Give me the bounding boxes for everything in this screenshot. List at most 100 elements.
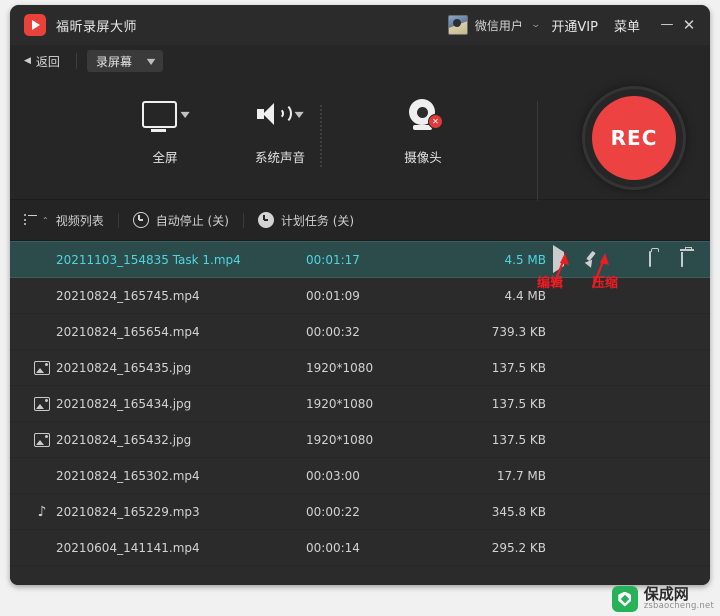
record-button[interactable]: REC [592, 96, 676, 180]
close-button[interactable]: ✕ [678, 5, 700, 45]
image-icon [28, 396, 56, 411]
file-duration: 00:01:17 [306, 252, 360, 267]
webcam-disabled-badge-icon: ✕ [428, 114, 443, 129]
menu-button[interactable]: 菜单 [614, 16, 640, 35]
table-row[interactable]: 20210824_165302.mp4 00:03:00 17.7 MB [10, 458, 710, 494]
minimize-button[interactable]: — [656, 5, 678, 45]
list-icon [24, 214, 37, 226]
tool-webcam[interactable]: ✕ 摄像头 [368, 91, 478, 166]
tool-system-sound-icons: ▼ [225, 91, 335, 137]
file-size: 137.5 KB [491, 432, 546, 447]
file-name: 20210824_165745.mp4 [56, 288, 200, 303]
file-name: 20210824_165432.jpg [56, 432, 192, 447]
capture-toolbar: ▼ 全屏 ▼ 系统声音 ✕ 摄像头 REC [10, 77, 710, 201]
table-row[interactable]: 20210604_141141.mp4 00:00:14 295.2 KB [10, 530, 710, 566]
monitor-icon [141, 100, 177, 132]
record-button-ring: REC [585, 89, 683, 187]
watermark-name-cn: 保成网 [643, 584, 689, 603]
title-bar-right: 微信用户 ⌄ 开通VIP 菜单 — ✕ [447, 5, 710, 45]
file-list[interactable]: 20211103_154835 Task 1.mp4 00:01:17 4.5 … [10, 241, 710, 585]
file-name: 20210824_165302.mp4 [56, 468, 200, 483]
tab-scheduled-task[interactable]: 计划任务 (关) [257, 212, 368, 229]
play-icon[interactable] [553, 245, 568, 273]
tool-webcam-icons: ✕ [368, 91, 478, 137]
chevron-down-icon: ▼ [146, 56, 156, 66]
table-row[interactable]: 20210824_165654.mp4 00:00:32 739.3 KB [10, 314, 710, 350]
clock-icon [132, 212, 149, 228]
tool-fullscreen-icons: ▼ [110, 91, 220, 137]
file-size: 17.7 MB [496, 468, 546, 483]
image-icon [28, 432, 56, 447]
vertical-divider [537, 101, 538, 201]
file-name: 20210824_165654.mp4 [56, 324, 200, 339]
file-dimensions: 1920*1080 [306, 396, 374, 411]
play-logo-icon [24, 14, 46, 36]
webcam-icon: ✕ [408, 99, 443, 130]
back-arrow-icon: ◀ [24, 56, 31, 66]
table-row[interactable]: ♪ 20210824_165229.mp3 00:00:22 345.8 KB [10, 494, 710, 530]
divider [75, 53, 77, 69]
table-row[interactable]: 20210824_165745.mp4 00:01:09 4.4 MB [10, 278, 710, 314]
trash-icon[interactable] [681, 252, 696, 267]
watermark-text: 保成网 zsbaocheng.net [643, 584, 714, 612]
app-title: 福昕录屏大师 [56, 19, 138, 35]
chevron-down-icon[interactable]: ⌄ [530, 20, 541, 30]
tab-video-list-label: 视频列表 [55, 213, 104, 228]
title-bar: 福昕录屏大师 微信用户 ⌄ 开通VIP 菜单 — ✕ [10, 5, 710, 45]
chevron-down-icon[interactable]: ▼ [295, 110, 304, 119]
file-name: 20210824_165229.mp3 [56, 504, 200, 519]
file-duration: 00:00:14 [306, 540, 360, 555]
user-name[interactable]: 微信用户 [475, 17, 523, 34]
row-actions [553, 242, 696, 277]
file-name: 20210604_141141.mp4 [56, 540, 200, 555]
watermark-name-en: zsbaocheng.net [643, 601, 714, 612]
file-size: 4.5 MB [504, 252, 546, 267]
tab-auto-stop[interactable]: 自动停止 (关) [132, 212, 243, 229]
avatar[interactable] [447, 15, 468, 35]
chevron-down-icon[interactable]: ▼ [180, 110, 189, 119]
file-name: 20211103_154835 Task 1.mp4 [56, 252, 241, 267]
back-button[interactable]: ◀ 返回 [22, 51, 66, 72]
dotted-divider [320, 105, 322, 167]
sub-bar: ◀ 返回 录屏幕 ▼ [10, 45, 710, 77]
shield-icon [611, 586, 638, 612]
music-note-icon: ♪ [37, 503, 47, 520]
tool-fullscreen-label: 全屏 [152, 150, 178, 165]
file-size: 137.5 KB [491, 360, 546, 375]
tab-auto-stop-label: 自动停止 (关) [155, 213, 229, 228]
file-duration: 00:00:32 [306, 324, 360, 339]
mode-select[interactable]: 录屏幕 ▼ [86, 50, 164, 72]
folder-icon[interactable] [649, 251, 664, 267]
clock-filled-icon [257, 212, 274, 228]
file-size: 295.2 KB [491, 540, 546, 555]
file-dimensions: 1920*1080 [306, 432, 374, 447]
file-duration: 00:01:09 [306, 288, 360, 303]
file-name: 20210824_165435.jpg [56, 360, 192, 375]
file-duration: 00:03:00 [306, 468, 360, 483]
file-size: 739.3 KB [491, 324, 546, 339]
file-size: 345.8 KB [491, 504, 546, 519]
activate-vip-button[interactable]: 开通VIP [551, 16, 598, 35]
image-icon [28, 360, 56, 375]
compress-save-icon[interactable] [617, 252, 632, 267]
chevron-up-icon: ⌃ [42, 215, 49, 225]
table-row[interactable]: 20210824_165434.jpg 1920*1080 137.5 KB [10, 386, 710, 422]
tool-system-sound[interactable]: ▼ 系统声音 [225, 91, 335, 166]
file-size: 4.4 MB [504, 288, 546, 303]
tool-system-sound-label: 系统声音 [254, 150, 305, 165]
back-label: 返回 [35, 54, 60, 69]
table-row[interactable]: 20210824_165435.jpg 1920*1080 137.5 KB [10, 350, 710, 386]
table-row[interactable]: 20211103_154835 Task 1.mp4 00:01:17 4.5 … [10, 241, 710, 278]
table-row[interactable]: 20210824_165432.jpg 1920*1080 137.5 KB [10, 422, 710, 458]
edit-brush-icon[interactable] [584, 250, 600, 268]
tool-webcam-label: 摄像头 [404, 150, 442, 165]
tool-fullscreen[interactable]: ▼ 全屏 [110, 91, 220, 166]
file-size: 137.5 KB [491, 396, 546, 411]
divider [242, 212, 244, 228]
mode-label: 录屏幕 [95, 54, 132, 69]
file-dimensions: 1920*1080 [306, 360, 374, 375]
divider [117, 212, 119, 228]
tab-scheduled-task-label: 计划任务 (关) [280, 213, 355, 228]
tab-video-list[interactable]: ⌃ 视频列表 [24, 212, 118, 229]
watermark: 保成网 zsbaocheng.net [611, 584, 714, 612]
